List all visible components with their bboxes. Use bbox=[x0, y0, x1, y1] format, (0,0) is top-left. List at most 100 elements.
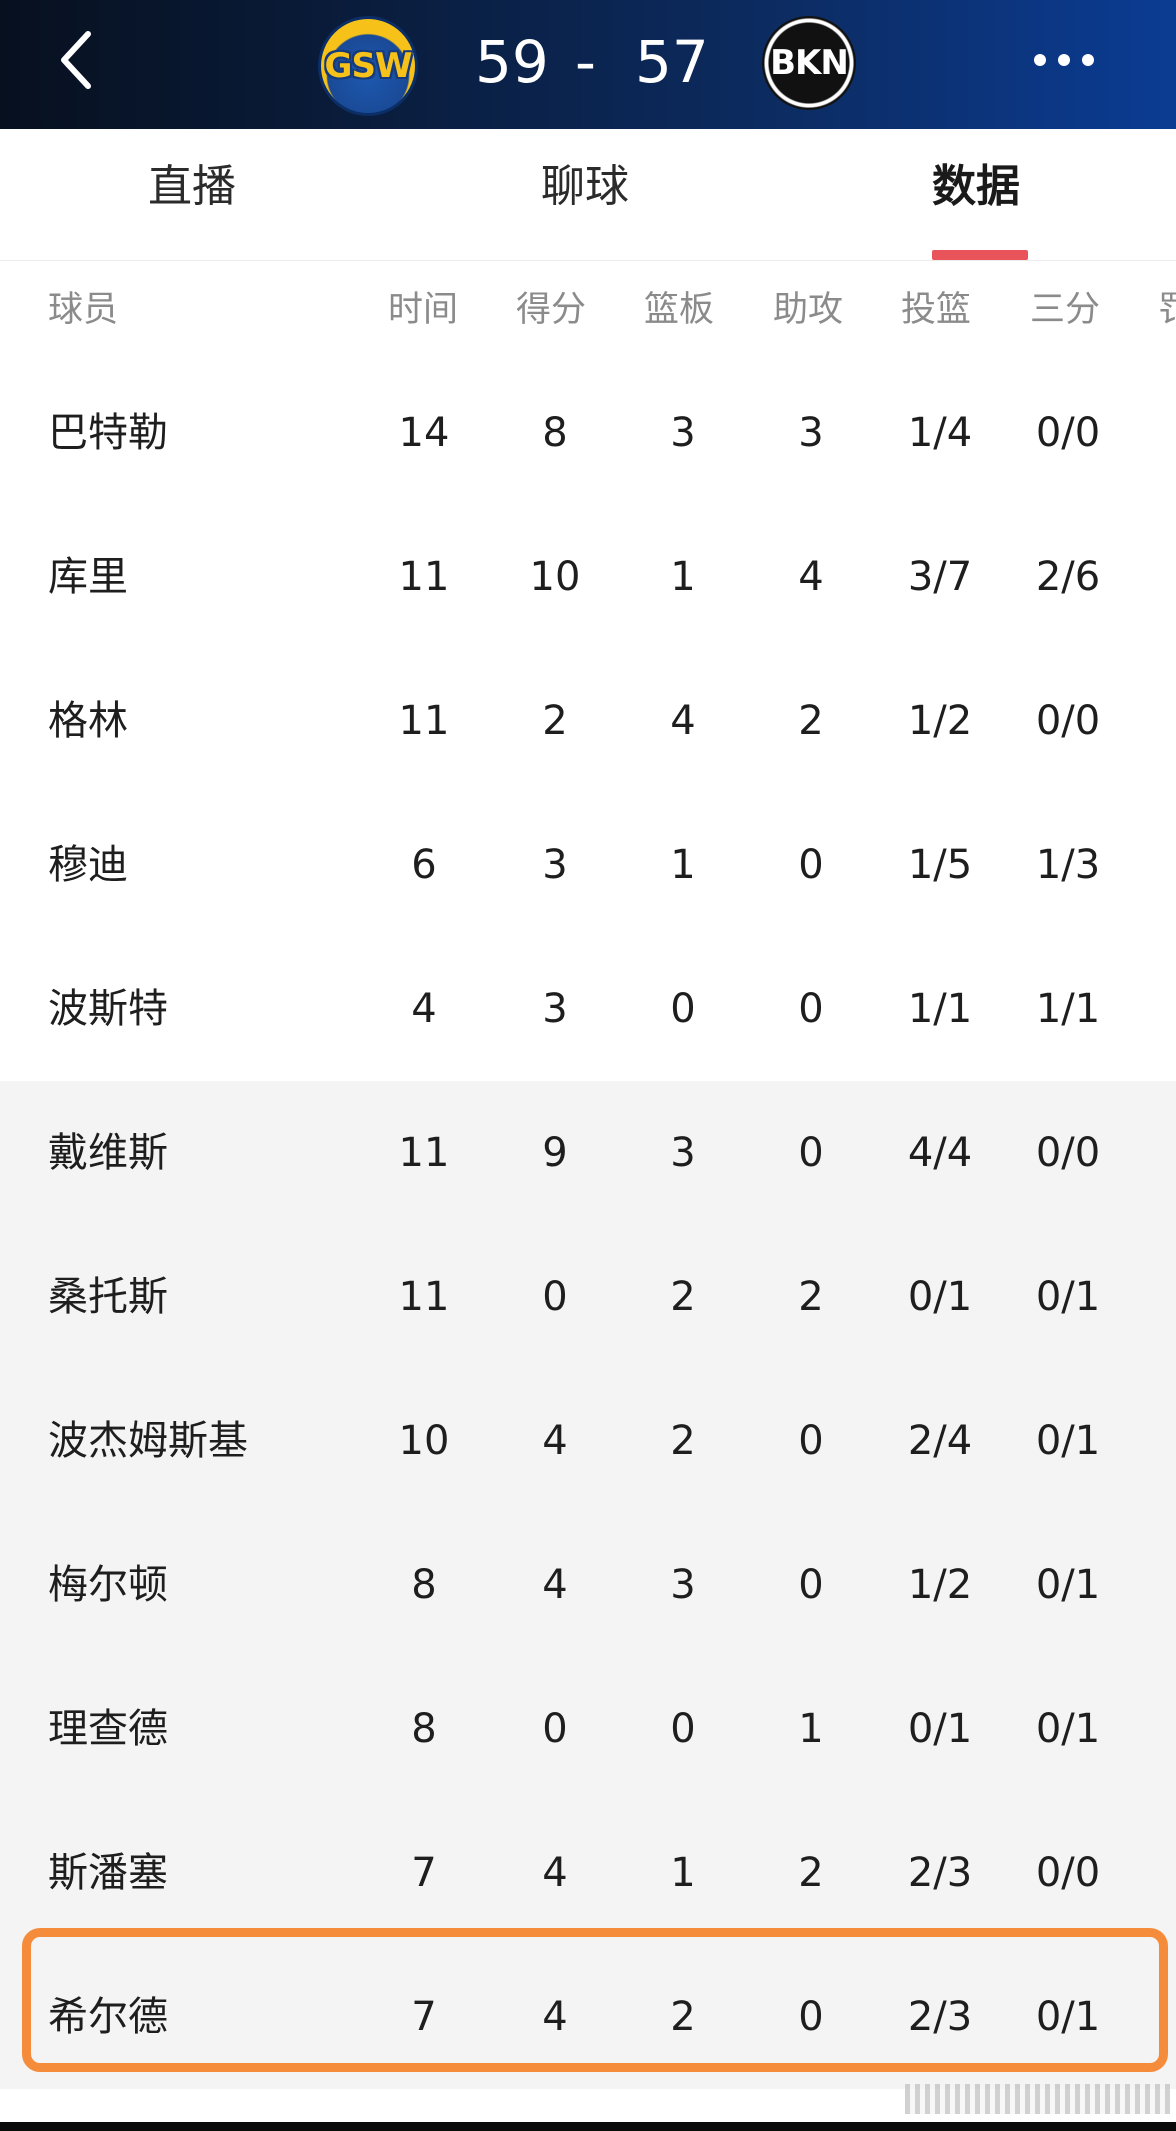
stat-free-throws: 0 bbox=[1136, 839, 1176, 891]
column-header-three-pointers[interactable]: 三分 bbox=[1030, 287, 1100, 333]
table-header: 球员 时间 得分 篮板 助攻 投篮 三分 罚 bbox=[0, 261, 1176, 361]
tab-bar: 直播 聊球 数据 bbox=[0, 129, 1176, 261]
stat-three-pointers: 0/0 bbox=[1035, 410, 1101, 456]
player-name[interactable]: 理查德 bbox=[48, 1703, 168, 1755]
stat-minutes: 4 bbox=[411, 986, 437, 1032]
table-row[interactable]: 库里 11 10 1 4 3/7 2/6 2 bbox=[0, 505, 1176, 649]
stat-free-throws: 0 bbox=[1136, 1271, 1176, 1323]
stat-points: 9 bbox=[542, 1130, 568, 1176]
player-name[interactable]: 斯潘塞 bbox=[48, 1847, 168, 1899]
stat-field-goals: 1/2 bbox=[907, 698, 973, 744]
table-row[interactable]: 波斯特 4 3 0 0 1/1 1/1 0 bbox=[0, 937, 1176, 1081]
highlight-annotation-box bbox=[22, 1928, 1168, 2072]
stat-three-pointers: 2/6 bbox=[1035, 554, 1101, 600]
table-row[interactable]: 斯潘塞 7 4 1 2 2/3 0/0 0 bbox=[0, 1801, 1176, 1945]
stat-points: 10 bbox=[529, 554, 581, 600]
player-name[interactable]: 梅尔顿 bbox=[48, 1559, 168, 1611]
score-separator: - bbox=[575, 28, 596, 96]
stat-assists: 0 bbox=[798, 842, 824, 888]
stat-assists: 0 bbox=[798, 986, 824, 1032]
stat-rebounds: 2 bbox=[670, 1274, 696, 1320]
stat-points: 4 bbox=[542, 1562, 568, 1608]
bottom-edge bbox=[0, 2122, 1176, 2131]
stat-points: 4 bbox=[542, 1850, 568, 1896]
stat-rebounds: 3 bbox=[670, 1130, 696, 1176]
stat-minutes: 8 bbox=[411, 1706, 437, 1752]
column-header-assists[interactable]: 助攻 bbox=[773, 287, 843, 333]
stat-free-throws: 0 bbox=[1136, 1847, 1176, 1899]
table-row[interactable]: 戴维斯 11 9 3 0 4/4 0/0 1 bbox=[0, 1081, 1176, 1225]
table-row[interactable]: 波杰姆斯基 10 4 2 0 2/4 0/1 0 bbox=[0, 1369, 1176, 1513]
player-name[interactable]: 戴维斯 bbox=[48, 1127, 168, 1179]
game-header: GSW 59 - 57 BKN bbox=[0, 0, 1176, 129]
table-row[interactable]: 桑托斯 11 0 2 2 0/1 0/1 0 bbox=[0, 1225, 1176, 1369]
stat-field-goals: 3/7 bbox=[907, 554, 973, 600]
stat-rebounds: 2 bbox=[670, 1418, 696, 1464]
stat-free-throws: 0 bbox=[1136, 1703, 1176, 1755]
stat-free-throws: 1 bbox=[1136, 1127, 1176, 1179]
player-name[interactable]: 穆迪 bbox=[48, 839, 128, 891]
stat-minutes: 6 bbox=[411, 842, 437, 888]
stat-assists: 0 bbox=[798, 1130, 824, 1176]
stat-three-pointers: 0/1 bbox=[1035, 1562, 1101, 1608]
stat-assists: 2 bbox=[798, 1850, 824, 1896]
tab-live[interactable]: 直播 bbox=[148, 157, 236, 217]
player-stats-table[interactable]: 球员 时间 得分 篮板 助攻 投篮 三分 罚 巴特勒148331/40/06库里… bbox=[0, 261, 1176, 2131]
stat-three-pointers: 0/1 bbox=[1035, 1274, 1101, 1320]
stat-rebounds: 1 bbox=[670, 1850, 696, 1896]
home-team-logo[interactable]: GSW bbox=[318, 16, 418, 116]
home-score: 59 bbox=[475, 28, 549, 96]
table-row[interactable]: 梅尔顿 8 4 3 0 1/2 0/1 2 bbox=[0, 1513, 1176, 1657]
player-name[interactable]: 波斯特 bbox=[48, 983, 168, 1035]
stat-minutes: 14 bbox=[398, 410, 450, 456]
player-name[interactable]: 库里 bbox=[48, 551, 128, 603]
stat-minutes: 11 bbox=[398, 1130, 450, 1176]
column-header-field-goals[interactable]: 投篮 bbox=[901, 287, 971, 333]
stat-assists: 3 bbox=[798, 410, 824, 456]
stat-three-pointers: 1/1 bbox=[1035, 986, 1101, 1032]
stat-field-goals: 1/4 bbox=[907, 410, 973, 456]
table-row[interactable]: 格林 11 2 4 2 1/2 0/0 0 bbox=[0, 649, 1176, 793]
table-row[interactable]: 理查德 8 0 0 1 0/1 0/1 0 bbox=[0, 1657, 1176, 1801]
stat-rebounds: 3 bbox=[670, 410, 696, 456]
stat-points: 0 bbox=[542, 1274, 568, 1320]
stat-rebounds: 1 bbox=[670, 842, 696, 888]
stat-points: 3 bbox=[542, 986, 568, 1032]
column-header-minutes[interactable]: 时间 bbox=[388, 287, 458, 333]
stat-field-goals: 2/4 bbox=[907, 1418, 973, 1464]
stat-points: 8 bbox=[542, 410, 568, 456]
tab-data[interactable]: 数据 bbox=[932, 157, 1020, 217]
stat-minutes: 10 bbox=[398, 1418, 450, 1464]
away-team-logo[interactable]: BKN bbox=[762, 16, 856, 110]
tab-chat[interactable]: 聊球 bbox=[541, 157, 629, 217]
player-name[interactable]: 桑托斯 bbox=[48, 1271, 168, 1323]
stat-field-goals: 4/4 bbox=[907, 1130, 973, 1176]
stat-three-pointers: 0/0 bbox=[1035, 1850, 1101, 1896]
stat-rebounds: 0 bbox=[670, 986, 696, 1032]
column-header-points[interactable]: 得分 bbox=[516, 287, 586, 333]
player-name[interactable]: 巴特勒 bbox=[48, 407, 168, 459]
stat-field-goals: 2/3 bbox=[907, 1850, 973, 1896]
stat-assists: 0 bbox=[798, 1418, 824, 1464]
active-tab-indicator bbox=[932, 250, 1028, 260]
column-header-rebounds[interactable]: 篮板 bbox=[644, 287, 714, 333]
stat-assists: 1 bbox=[798, 1706, 824, 1752]
watermark bbox=[905, 2084, 1170, 2114]
table-row[interactable]: 巴特勒 14 8 3 3 1/4 0/0 6 bbox=[0, 361, 1176, 505]
stat-three-pointers: 0/0 bbox=[1035, 698, 1101, 744]
stat-free-throws: 2 bbox=[1136, 551, 1176, 603]
stat-field-goals: 1/1 bbox=[907, 986, 973, 1032]
more-options-icon[interactable] bbox=[1034, 54, 1094, 68]
back-arrow-icon[interactable] bbox=[56, 28, 96, 92]
stat-three-pointers: 0/1 bbox=[1035, 1706, 1101, 1752]
stat-field-goals: 1/5 bbox=[907, 842, 973, 888]
stat-field-goals: 0/1 bbox=[907, 1706, 973, 1752]
stat-assists: 0 bbox=[798, 1562, 824, 1608]
player-name[interactable]: 波杰姆斯基 bbox=[48, 1415, 248, 1467]
table-row[interactable]: 穆迪 6 3 1 0 1/5 1/3 0 bbox=[0, 793, 1176, 937]
player-name[interactable]: 格林 bbox=[48, 695, 128, 747]
column-header-free-throws[interactable]: 罚 bbox=[1158, 287, 1176, 333]
stat-assists: 2 bbox=[798, 1274, 824, 1320]
stat-free-throws: 0 bbox=[1136, 695, 1176, 747]
column-header-player[interactable]: 球员 bbox=[48, 287, 118, 333]
